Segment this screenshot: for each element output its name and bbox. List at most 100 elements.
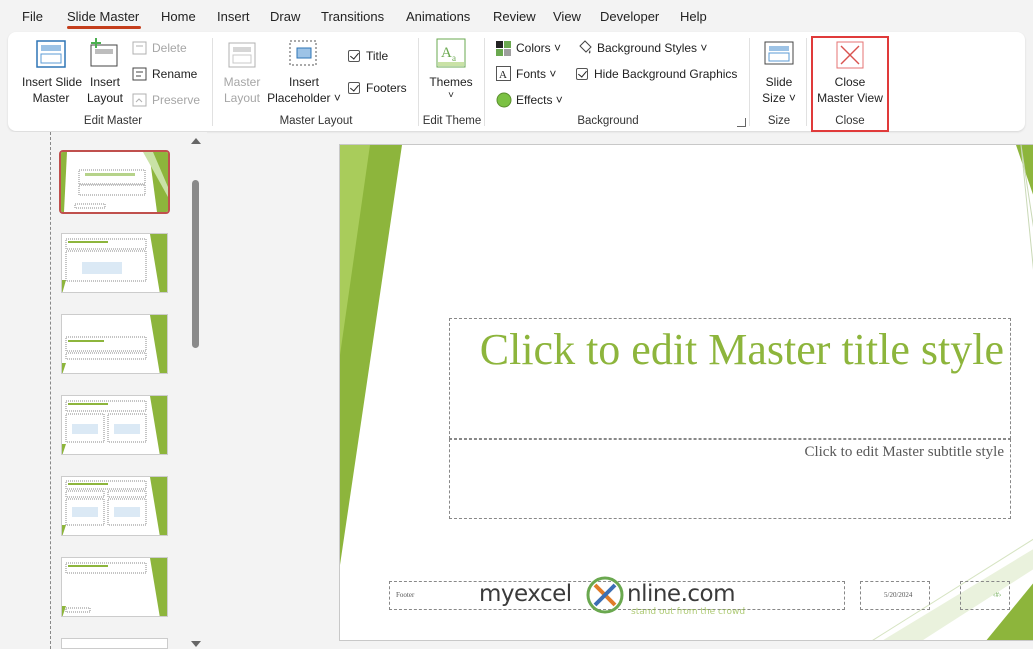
master-layout-label-1: Master xyxy=(223,75,261,89)
layout-thumbnail[interactable] xyxy=(61,476,168,536)
layout-thumbnail[interactable] xyxy=(61,557,168,617)
tab-insert[interactable]: Insert xyxy=(217,9,250,24)
scrollbar-thumb[interactable] xyxy=(192,180,199,348)
thumbnail-preview xyxy=(62,396,167,454)
watermark-tagline: stand out from the crowd xyxy=(631,607,746,617)
watermark-brand-left: myexcel xyxy=(479,581,572,607)
size-group-label: Size xyxy=(767,115,791,127)
slide-master-icon xyxy=(36,40,66,68)
title-placeholder[interactable]: Click to edit Master title style xyxy=(449,318,1011,439)
thumbnail-preview xyxy=(62,234,167,292)
slide-size-label-2: Size ˅ xyxy=(762,91,796,105)
layout-thumbnail[interactable] xyxy=(61,233,168,293)
insert-placeholder-icon xyxy=(289,40,317,66)
themes-icon: A a xyxy=(436,38,466,68)
master-title-text[interactable]: Click to edit Master title style xyxy=(454,321,1004,379)
tab-review[interactable]: Review xyxy=(493,9,536,24)
effects-icon xyxy=(496,92,512,108)
separator xyxy=(418,38,419,126)
separator xyxy=(484,38,485,126)
slide-size-icon xyxy=(764,41,794,65)
insert-layout-label-1: Insert xyxy=(89,75,120,89)
slide-number-text: ‹#› xyxy=(993,591,1002,599)
background-group-label: Background xyxy=(577,115,639,127)
delete-label: Delete xyxy=(152,41,187,55)
fonts-label: Fonts ˅ xyxy=(516,67,557,81)
chevron-down-icon: ˅ xyxy=(448,90,454,101)
preserve-label: Preserve xyxy=(152,93,201,107)
slide-canvas[interactable]: Click to edit Master title style Click t… xyxy=(339,144,1033,641)
tab-draw[interactable]: Draw xyxy=(270,9,300,24)
tab-developer[interactable]: Developer xyxy=(600,9,659,24)
edit-master-group-label: Edit Master xyxy=(83,115,143,127)
background-styles-label: Background Styles ˅ xyxy=(597,41,708,55)
tab-view[interactable]: View xyxy=(553,9,581,24)
hide-background-check-icon[interactable] xyxy=(576,68,588,80)
insert-placeholder-label-1: Insert xyxy=(288,75,319,89)
title-check-icon[interactable] xyxy=(348,50,360,62)
master-layout-label-2: Layout xyxy=(223,91,261,105)
edit-theme-group-label: Edit Theme xyxy=(422,115,482,127)
layout-thumbnail[interactable] xyxy=(61,314,168,374)
scroll-up-icon[interactable] xyxy=(191,138,201,144)
fonts-icon: A xyxy=(496,66,511,81)
tab-transitions[interactable]: Transitions xyxy=(321,9,384,24)
menu-bar: File Slide Master Home Insert Draw Trans… xyxy=(0,0,1033,32)
close-group-label: Close xyxy=(835,115,865,127)
paint-bucket-icon xyxy=(579,40,592,54)
preserve-icon xyxy=(132,93,147,107)
close-master-view-label-1: Close xyxy=(834,75,866,89)
insert-layout-icon xyxy=(90,38,118,67)
hide-background-graphics-label: Hide Background Graphics xyxy=(594,67,738,81)
layout-thumbnail[interactable] xyxy=(61,638,168,649)
slide-size-label-1: Slide xyxy=(765,75,793,89)
tab-animations[interactable]: Animations xyxy=(406,9,470,24)
master-connector-line xyxy=(50,132,51,649)
insert-layout-label-2: Layout xyxy=(86,91,124,105)
separator xyxy=(212,38,213,126)
master-subtitle-text[interactable]: Click to edit Master subtitle style xyxy=(804,444,1004,461)
watermark-brand-right: nline.com xyxy=(627,581,736,607)
separator xyxy=(806,38,807,126)
close-master-view-label-2: Master View xyxy=(817,91,883,105)
svg-text:a: a xyxy=(452,53,456,63)
scroll-down-icon[interactable] xyxy=(191,641,201,647)
tab-home[interactable]: Home xyxy=(161,9,196,24)
footers-check-icon[interactable] xyxy=(348,82,360,94)
dialog-launcher-icon[interactable] xyxy=(737,118,746,127)
svg-text:A: A xyxy=(499,69,507,81)
svg-text:A: A xyxy=(441,45,452,61)
insert-slide-master-label-1: Insert Slide xyxy=(22,75,83,89)
slide-master-thumbnail[interactable] xyxy=(59,150,170,214)
tab-slide-master[interactable]: Slide Master xyxy=(67,9,139,24)
master-layout-group-label: Master Layout xyxy=(279,115,353,127)
slide-number-placeholder[interactable]: ‹#› xyxy=(960,581,1010,610)
thumbnail-preview xyxy=(61,152,168,212)
subtitle-placeholder[interactable]: Click to edit Master subtitle style xyxy=(449,439,1011,519)
thumbnail-preview xyxy=(62,315,167,373)
rename-label: Rename xyxy=(152,67,198,81)
active-tab-indicator xyxy=(67,26,141,29)
effects-label: Effects ˅ xyxy=(516,93,563,107)
ribbon: Insert Slide Master Insert Layout Delete… xyxy=(8,32,1025,132)
footers-checkbox-label: Footers xyxy=(366,81,407,95)
separator xyxy=(749,38,750,126)
master-layout-icon xyxy=(228,42,256,68)
excel-x-logo-icon xyxy=(586,576,624,614)
colors-icon xyxy=(496,41,511,56)
delete-icon xyxy=(132,41,147,55)
tab-file[interactable]: File xyxy=(22,9,43,24)
thumbnail-preview xyxy=(62,477,167,535)
footer-text: Footer xyxy=(396,591,415,599)
thumbnail-preview xyxy=(62,558,167,616)
rename-icon xyxy=(132,67,147,81)
date-placeholder[interactable]: 5/20/2024 xyxy=(860,581,930,610)
layout-thumbnail[interactable] xyxy=(61,395,168,455)
insert-placeholder-label-2: Placeholder ˅ xyxy=(267,91,341,105)
tab-help[interactable]: Help xyxy=(680,9,707,24)
myexcelonline-watermark: myexcel nline.com stand out from the cro… xyxy=(479,573,759,619)
title-checkbox-label: Title xyxy=(366,49,389,63)
date-text: 5/20/2024 xyxy=(884,591,913,599)
colors-label: Colors ˅ xyxy=(516,41,562,55)
slide-thumbnail-pane xyxy=(0,132,207,649)
